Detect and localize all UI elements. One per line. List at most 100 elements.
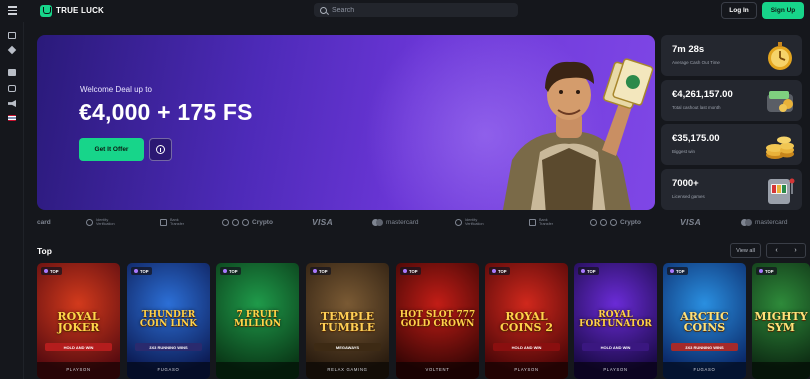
mastercard-label: mastercard (755, 218, 788, 226)
diamond-icon[interactable] (7, 45, 17, 55)
badge-dot-icon (223, 269, 227, 273)
prev-arrow-icon[interactable]: ‹ (767, 244, 786, 257)
payment-card: card (37, 214, 51, 230)
payment-crypto: Crypto (222, 214, 273, 230)
bank-icon (160, 218, 167, 226)
badge-dot-icon (313, 269, 317, 273)
stat-card-total-cashout: €4,261,157.00 Total cashout last month (661, 80, 802, 121)
badge-label: TOP (319, 268, 328, 274)
megaphone-icon[interactable] (8, 100, 16, 107)
badge-dot-icon (492, 269, 496, 273)
game-provider: PLAYSON (514, 367, 539, 372)
uk-flag-icon[interactable] (8, 115, 16, 121)
top-badge: TOP (578, 267, 599, 275)
hero-subtitle: Welcome Deal up to (80, 85, 152, 94)
gift-icon[interactable] (8, 69, 16, 76)
mastercard-icon (372, 218, 383, 226)
crypto-coin-icon (610, 218, 617, 226)
info-button[interactable] (149, 138, 172, 161)
top-badge: TOP (131, 267, 152, 275)
badge-label: TOP (140, 268, 149, 274)
game-provider: FUGASO (693, 367, 716, 372)
bank-line2: Transfer (539, 222, 553, 226)
payment-visa: VISA (312, 214, 333, 230)
badge-dot-icon (670, 269, 674, 273)
payment-mastercard: mastercard (372, 214, 419, 230)
get-offer-button[interactable]: Get It Offer (79, 138, 144, 161)
game-subtitle: 3X3 RUNNING WINS (671, 343, 738, 351)
game-tile[interactable]: TOP MIGHTY SYM (752, 263, 810, 379)
identity-line1: Identity (465, 217, 478, 222)
game-title: HOT SLOT 777 GOLD CROWN (399, 310, 476, 330)
badge-label: TOP (498, 268, 507, 274)
game-tile[interactable]: TOP ARCTIC COINS 3X3 RUNNING WINS FUGASO (663, 263, 746, 379)
game-tile[interactable]: TOP THUNDER COIN LINK 3X3 RUNNING WINS FUGA… (127, 263, 210, 379)
mastercard-icon (741, 218, 752, 226)
game-tile[interactable]: TOP HOT SLOT 777 GOLD CROWN VOLTENT (396, 263, 479, 379)
next-arrow-icon[interactable]: › (786, 244, 805, 257)
search-icon (320, 6, 327, 14)
bank-icon (529, 218, 536, 226)
side-rail (0, 22, 24, 379)
payment-identity-verification: Identity Verification (455, 214, 484, 230)
badge-label: TOP (229, 268, 238, 274)
game-title: TEMPLE TUMBLE (319, 310, 376, 335)
top-badge: TOP (310, 267, 331, 275)
badge-dot-icon (759, 269, 763, 273)
crypto-coin-icon (222, 218, 229, 226)
payment-mastercard: mastercard (741, 214, 788, 230)
game-title: ARCTIC COINS (680, 310, 729, 335)
badge-label: TOP (409, 268, 418, 274)
identity-icon (86, 218, 93, 226)
stat-card-biggest-win: €35,175.00 Biggest win (661, 124, 802, 165)
crypto-coin-icon (242, 218, 249, 226)
info-icon (156, 145, 165, 154)
signup-button[interactable]: Sign Up (762, 2, 804, 19)
game-tile[interactable]: TOP ROYAL FORTUNATOR HOLD AND WIN PLAYSON (574, 263, 657, 379)
wallet-icon (767, 91, 793, 112)
game-tile[interactable]: TOP ROYAL COINS 2 HOLD AND WIN PLAYSON (485, 263, 568, 379)
carousel-nav: ‹ › (766, 243, 806, 258)
stat-label: Total cashout last month (672, 105, 721, 110)
login-button[interactable]: Log In (721, 2, 757, 19)
game-provider: PLAYSON (603, 367, 628, 372)
game-provider: PLAYSON (66, 367, 91, 372)
game-title: ROYAL FORTUNATOR (579, 310, 652, 330)
casino-icon[interactable] (8, 32, 16, 39)
stopwatch-icon (768, 42, 792, 70)
stat-card-cashout-time: 7m 28s Average Cash Out Time (661, 35, 802, 76)
dice-icon[interactable] (8, 85, 16, 92)
game-title: ROYAL JOKER (57, 310, 100, 335)
game-subtitle: HOLD AND WIN (493, 343, 560, 351)
top-badge: TOP (220, 267, 241, 275)
stat-value: €4,261,157.00 (672, 89, 733, 100)
search-input[interactable] (332, 6, 502, 14)
stat-label: Biggest win (672, 149, 696, 154)
logo-mark-icon (40, 4, 52, 17)
hero-banner[interactable]: Welcome Deal up to €4,000 + 175 FS Get I… (37, 35, 655, 210)
game-title: 7 FRUIT MILLION (233, 310, 282, 330)
game-subtitle: 3X3 RUNNING WINS (135, 343, 202, 351)
game-tile[interactable]: TOP ROYAL JOKER HOLD AND WIN PLAYSON (37, 263, 120, 379)
badge-label: TOP (50, 268, 59, 274)
payment-crypto: Crypto (590, 214, 641, 230)
game-tile[interactable]: TOP TEMPLE TUMBLE MEGAWAYS RELAX GAMING (306, 263, 389, 379)
crypto-label: Crypto (620, 218, 641, 226)
bank-line1: Bank (539, 217, 548, 222)
game-tile[interactable]: TOP 7 FRUIT MILLION (216, 263, 299, 379)
stat-value: 7000+ (672, 178, 699, 189)
game-provider: FUGASO (157, 367, 180, 372)
stat-label: Average Cash Out Time (672, 60, 720, 65)
payment-bank-transfer: Bank Transfer (529, 214, 553, 230)
slot-machine-icon (768, 178, 795, 204)
crypto-coin-icon (600, 218, 607, 226)
game-provider: VOLTENT (425, 367, 450, 372)
crypto-coin-icon (232, 218, 239, 226)
search-box[interactable] (314, 3, 518, 17)
identity-line2: Verification (465, 222, 484, 226)
crypto-label: Crypto (252, 218, 273, 226)
menu-icon[interactable] (8, 6, 17, 15)
view-all-button[interactable]: View all (730, 243, 761, 258)
badge-dot-icon (403, 269, 407, 273)
brand-logo[interactable]: TRUE LUCK (40, 4, 104, 17)
